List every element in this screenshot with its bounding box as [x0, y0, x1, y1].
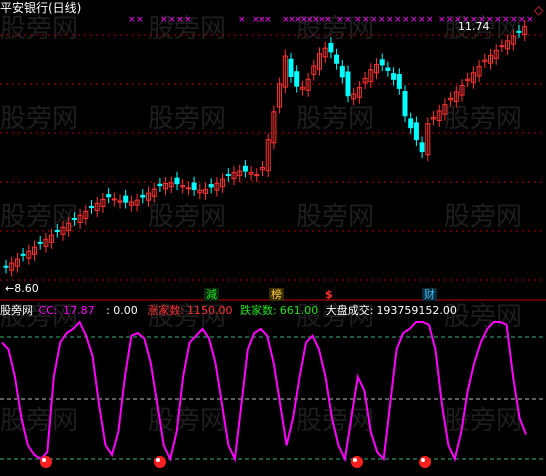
- zero-value: : 0.00: [106, 304, 138, 317]
- bottom-signal-ball: [351, 456, 363, 468]
- candle-body: [174, 177, 180, 185]
- bottom-signal-highlight: [156, 458, 160, 462]
- signal-mark: ×: [324, 15, 332, 25]
- low-price-label: ←8.60: [5, 282, 39, 295]
- chart-window: 股旁网 股旁网 股旁网 股旁网 股旁网 股旁网 股旁网 股旁网 股旁网 股旁网 股旁网 股旁网 股旁网股…: [0, 0, 546, 476]
- bottom-signal-ball: [154, 456, 166, 468]
- signal-mark: ×: [394, 15, 402, 25]
- candle-body: [191, 182, 197, 191]
- signal-mark: ×: [264, 15, 272, 25]
- signal-mark: ×: [526, 15, 534, 25]
- candle-body: [157, 183, 163, 187]
- bottom-signal-highlight: [42, 458, 46, 462]
- indicator-header: 股旁网 CC: 17.87 : 0.00 涨家数: 1150.00 跌家数: 661…: [0, 304, 457, 317]
- chart-canvas: × × × × × × × ××× ×××××××× × × × × × × × × × × × × × × × × × × × × × ×…: [0, 15, 546, 468]
- signal-mark: ×: [418, 15, 426, 25]
- signal-mark: ×: [354, 15, 362, 25]
- signal-mark: ×: [386, 15, 394, 25]
- candle-body: [140, 194, 146, 198]
- candle-body: [54, 229, 60, 232]
- signal-mark: ×: [344, 15, 352, 25]
- candle-body: [339, 65, 345, 78]
- candle-body: [379, 59, 385, 66]
- signal-mark: ×: [128, 15, 136, 25]
- bottom-signal-highlight: [421, 458, 425, 462]
- candle-body: [123, 195, 129, 203]
- candle-body: [391, 73, 397, 80]
- marker-cai[interactable]: 财: [422, 288, 437, 301]
- down-count-label: 跌家数:: [240, 304, 277, 317]
- up-count-label: 涨家数:: [147, 304, 184, 317]
- candle-body: [185, 187, 191, 190]
- candle-body: [208, 184, 214, 188]
- candle-body: [288, 58, 294, 78]
- signal-mark: ×: [160, 15, 168, 25]
- signal-mark: ×: [362, 15, 370, 25]
- candle-body: [345, 71, 351, 97]
- candle-body: [408, 118, 414, 129]
- stock-title: 平安银行(日线): [0, 1, 82, 15]
- signal-mark: ×: [494, 15, 502, 25]
- cc-value: 17.87: [63, 304, 95, 317]
- signal-mark: ×: [510, 15, 518, 25]
- candle-body: [294, 71, 300, 87]
- signal-mark: ×: [446, 15, 454, 25]
- signal-mark: ×: [410, 15, 418, 25]
- market-volume-label: 大盘成交:: [325, 304, 374, 317]
- candle-body: [499, 45, 505, 48]
- candle-body: [89, 206, 94, 209]
- up-count-value: 1150.00: [187, 304, 233, 317]
- signal-mark: ×: [370, 15, 378, 25]
- candle-body: [20, 253, 26, 256]
- candle-body: [242, 165, 248, 172]
- indicator-name: 股旁网: [0, 304, 33, 317]
- signal-mark: ×: [176, 15, 184, 25]
- candle-body: [334, 54, 340, 64]
- down-count-value: 661.00: [279, 304, 319, 317]
- candle-body: [413, 122, 419, 141]
- signal-mark: ×: [502, 15, 510, 25]
- signal-mark: ×: [378, 15, 386, 25]
- candle-body: [516, 30, 522, 33]
- cc-label: CC:: [38, 304, 58, 317]
- candle-body: [37, 241, 43, 244]
- marker-dollar[interactable]: $: [325, 288, 333, 301]
- cc-line: [1, 320, 527, 463]
- candle-body: [225, 174, 231, 177]
- diamond-outline-icon[interactable]: ◇: [534, 3, 543, 17]
- signal-mark: ×: [402, 15, 410, 25]
- candle-body: [3, 265, 9, 268]
- marker-jian[interactable]: 減: [204, 288, 219, 301]
- high-price-label: 11.74: [458, 20, 490, 33]
- signal-mark: ×: [438, 15, 446, 25]
- bottom-signal-highlight: [353, 458, 357, 462]
- signal-mark: ×: [426, 15, 434, 25]
- candle-body: [402, 91, 408, 117]
- candle-body: [396, 74, 402, 89]
- signal-mark: ×: [336, 15, 344, 25]
- low-price-value: 8.60: [14, 282, 39, 295]
- candle-body: [328, 42, 334, 53]
- signal-mark: ×: [168, 15, 176, 25]
- candle-body: [385, 67, 391, 71]
- bottom-signal-ball: [419, 456, 431, 468]
- market-volume-value: 193759152.00: [376, 304, 457, 317]
- signal-mark: ×: [238, 15, 246, 25]
- signal-mark: ×: [184, 15, 192, 25]
- signal-mark: ×: [136, 15, 144, 25]
- bottom-signal-ball: [40, 456, 52, 468]
- candle-body: [106, 194, 112, 198]
- candle-body: [419, 142, 425, 153]
- marker-bang[interactable]: 榜: [269, 288, 284, 301]
- candle-body: [71, 217, 77, 220]
